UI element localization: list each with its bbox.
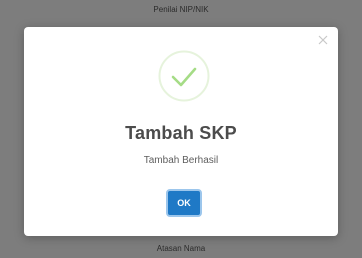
close-icon[interactable] xyxy=(316,33,330,47)
bg-field-label-atasan: Atasan Nama xyxy=(156,244,206,253)
success-check-icon xyxy=(157,49,211,103)
success-dialog: Tambah SKP Tambah Berhasil OK xyxy=(24,27,338,236)
dialog-title: Tambah SKP xyxy=(125,123,237,143)
ok-button[interactable]: OK xyxy=(166,189,202,217)
bg-field-label-penilai: Penilai NIP/NIK xyxy=(153,5,209,14)
dialog-message: Tambah Berhasil xyxy=(143,155,219,166)
